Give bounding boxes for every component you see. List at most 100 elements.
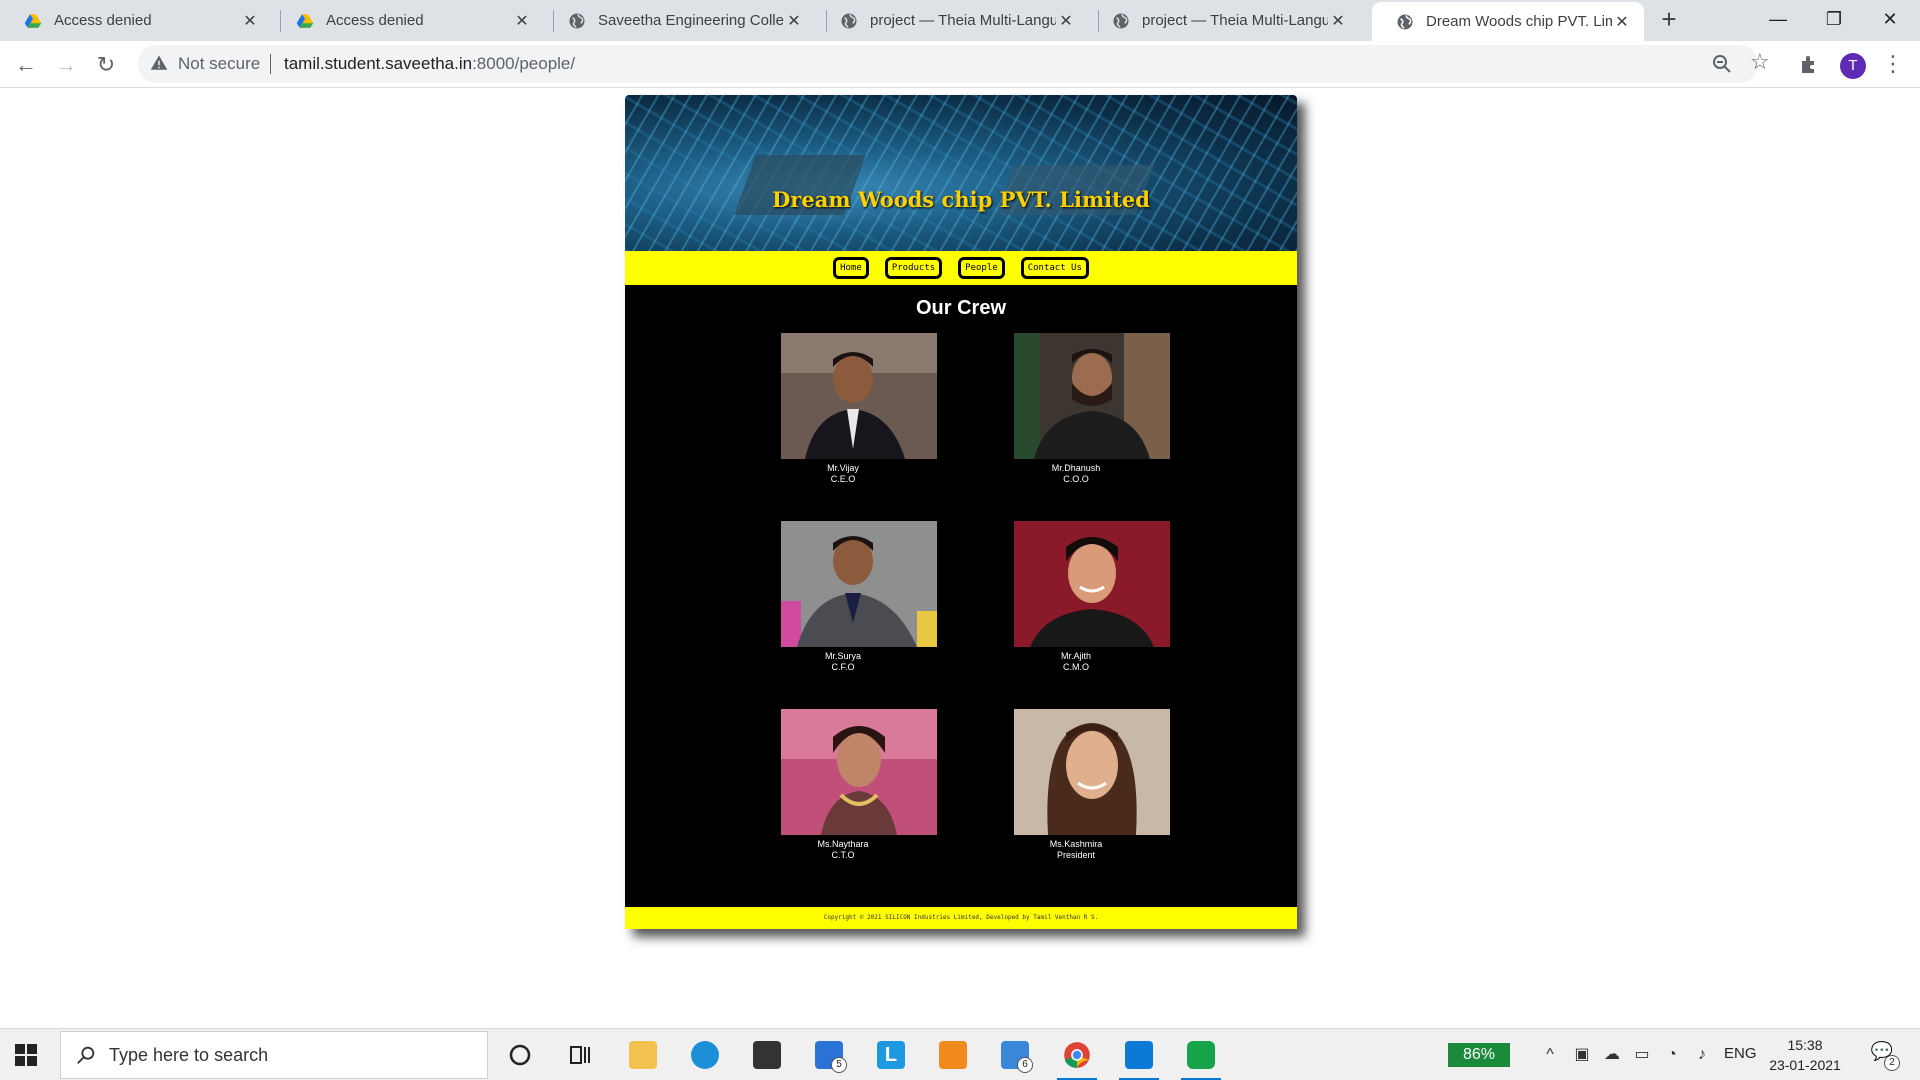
taskbar-files[interactable]: 6 — [995, 1035, 1035, 1075]
nav-home[interactable]: Home — [833, 257, 869, 279]
battery-indicator[interactable]: 86% — [1448, 1043, 1510, 1067]
globe-icon — [569, 13, 585, 28]
site-banner: Dream Woods chip PVT. Limited — [625, 95, 1297, 251]
taskbar-orange-app[interactable] — [933, 1035, 973, 1075]
site-container: Dream Woods chip PVT. Limited Home Produ… — [625, 95, 1297, 929]
crew-role: C.E.O — [830, 474, 856, 484]
site-title: Dream Woods chip PVT. Limited — [772, 187, 1150, 212]
taskbar-whatsapp[interactable] — [1181, 1035, 1221, 1080]
taskbar-file-explorer[interactable] — [623, 1035, 663, 1075]
battery-icon[interactable]: ▭ — [1632, 1045, 1652, 1065]
files-badge: 6 — [1017, 1057, 1033, 1073]
page-title: Our Crew — [915, 297, 1007, 319]
reload-button[interactable]: ↻ — [90, 49, 122, 81]
close-icon[interactable]: ✕ — [1328, 11, 1348, 31]
crew-name: Mr.Dhanush — [1051, 463, 1101, 473]
close-icon[interactable]: ✕ — [784, 11, 804, 31]
zoom-icon[interactable] — [1710, 52, 1734, 76]
crew-role: C.T.O — [831, 850, 855, 860]
new-tab-button[interactable]: + — [1655, 6, 1683, 34]
l-app-icon: L — [877, 1041, 905, 1069]
tab-title: Dream Woods chip PVT. Limited — [1426, 13, 1612, 30]
language-indicator[interactable]: ENG — [1724, 1045, 1757, 1062]
crew-role: C.F.O — [831, 662, 855, 672]
browser-toolbar: ← → ↻ Not secure tamil.student.saveetha.… — [0, 41, 1920, 88]
close-icon[interactable]: ✕ — [512, 11, 532, 31]
crew-caption: Ms.Kashmira President — [1014, 839, 1138, 861]
url-path: :8000/people/ — [472, 54, 576, 73]
back-button[interactable]: ← — [10, 49, 42, 81]
speaker-icon[interactable]: ♪ — [1692, 1045, 1712, 1065]
kebab-menu-icon[interactable]: ⋮ — [1882, 49, 1904, 79]
tab-title: Saveetha Engineering College — [598, 12, 784, 29]
crew-caption: Mr.Dhanush C.O.O — [1014, 463, 1138, 485]
crew-caption: Mr.Surya C.F.O — [781, 651, 905, 673]
windows-taskbar: Type here to search 5 L 6 86% ^ ▣ ☁ ▭ ◔ … — [0, 1028, 1920, 1080]
close-window-button[interactable]: ✕ — [1862, 0, 1918, 41]
taskbar-search-box[interactable]: Type here to search — [60, 1031, 488, 1079]
taskbar-chrome[interactable] — [1057, 1035, 1097, 1080]
google-drive-icon — [24, 13, 42, 28]
nav-products[interactable]: Products — [884, 257, 943, 279]
tab-title: Access denied — [54, 12, 152, 29]
crew-role: President — [1056, 850, 1096, 860]
divider — [270, 54, 271, 74]
mail-badge: 5 — [831, 1057, 847, 1073]
tab-saveetha[interactable]: Saveetha Engineering College ✕ — [544, 0, 816, 41]
site-nav: Home Products People Contact Us — [625, 251, 1297, 285]
tab-title: project — Theia Multi-Language — [870, 12, 1056, 29]
clock[interactable]: 15:38 23-01-2021 — [1762, 1035, 1848, 1075]
tab-theia-2[interactable]: project — Theia Multi-Language ✕ — [1088, 0, 1360, 41]
taskbar-store[interactable] — [747, 1035, 787, 1075]
crew-section: Our Crew Mr.Vijay C.E.O Mr.Dhanush C.O.O — [625, 285, 1297, 907]
close-icon[interactable]: ✕ — [240, 11, 260, 31]
url-text[interactable]: tamil.student.saveetha.in:8000/people/ — [284, 54, 575, 74]
wifi-icon[interactable]: ◔ — [1662, 1045, 1682, 1065]
crew-name: Ms.Naythara — [817, 839, 869, 849]
tab-theia-1[interactable]: project — Theia Multi-Language ✕ — [816, 0, 1088, 41]
crew-role: C.M.O — [1063, 662, 1089, 672]
warning-icon[interactable] — [150, 54, 168, 72]
task-view-icon — [570, 1046, 590, 1064]
chrome-icon — [1064, 1042, 1090, 1068]
tab-access-denied-1[interactable]: Access denied ✕ — [0, 0, 272, 41]
globe-icon — [841, 13, 857, 28]
security-label[interactable]: Not secure — [178, 54, 260, 74]
forward-button[interactable]: → — [50, 49, 82, 81]
taskbar-blue-app[interactable] — [1119, 1035, 1159, 1080]
cloud-icon[interactable]: ☁ — [1602, 1045, 1622, 1065]
windows-start-icon[interactable] — [14, 1043, 38, 1067]
cortana-icon — [509, 1044, 531, 1066]
crew-photo — [1014, 333, 1170, 459]
crew-name: Mr.Ajith — [1060, 651, 1091, 661]
bookmark-star-icon[interactable]: ☆ — [1750, 49, 1770, 75]
nav-people[interactable]: People — [958, 257, 1005, 279]
browser-tab-strip: Access denied ✕ Access denied ✕ Saveetha… — [0, 0, 1920, 41]
chevron-up-icon[interactable]: ^ — [1540, 1045, 1560, 1065]
nav-contact-us[interactable]: Contact Us — [1020, 257, 1089, 279]
minimize-button[interactable]: — — [1750, 0, 1806, 41]
close-icon[interactable]: ✕ — [1056, 11, 1076, 31]
address-bar[interactable]: Not secure tamil.student.saveetha.in:800… — [138, 45, 1770, 83]
edge-icon — [691, 1041, 719, 1069]
store-bag-icon — [753, 1041, 781, 1069]
taskbar-mail[interactable]: 5 — [809, 1035, 849, 1075]
cortana-button[interactable] — [500, 1035, 540, 1075]
extensions-puzzle-icon[interactable] — [1798, 53, 1822, 77]
tab-dream-woods-active[interactable]: Dream Woods chip PVT. Limited ✕ — [1372, 2, 1644, 41]
taskbar-edge[interactable] — [685, 1035, 725, 1075]
clock-time: 15:38 — [1787, 1037, 1823, 1053]
close-icon[interactable]: ✕ — [1612, 12, 1632, 32]
profile-avatar[interactable]: T — [1840, 53, 1866, 79]
notification-center-button[interactable]: 💬 2 — [1868, 1041, 1900, 1071]
restore-button[interactable]: ❐ — [1806, 0, 1862, 41]
device-icon[interactable]: ▣ — [1572, 1045, 1592, 1065]
task-view-button[interactable] — [560, 1035, 600, 1075]
crew-photo — [781, 333, 937, 459]
globe-icon — [1397, 14, 1413, 29]
crew-name: Mr.Vijay — [827, 463, 859, 473]
crew-photo — [1014, 521, 1170, 647]
tab-access-denied-2[interactable]: Access denied ✕ — [272, 0, 544, 41]
taskbar-l-app[interactable]: L — [871, 1035, 911, 1075]
site-footer: Copyright © 2021 SILICON Industries Limi… — [625, 907, 1297, 929]
